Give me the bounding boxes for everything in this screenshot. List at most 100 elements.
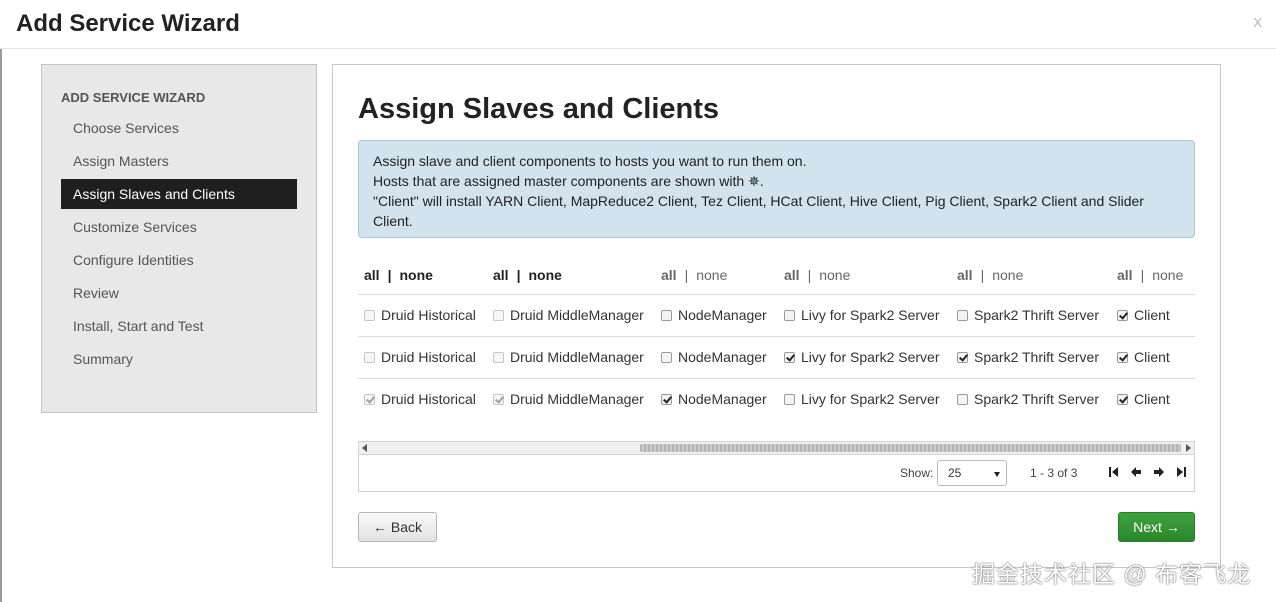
page-title: Assign Slaves and Clients xyxy=(358,93,720,125)
column-select-links: all | none xyxy=(493,267,562,283)
first-page-button[interactable] xyxy=(1107,464,1121,480)
horizontal-scrollbar[interactable] xyxy=(358,441,1195,455)
component-checkbox xyxy=(493,394,504,405)
separator: | xyxy=(684,267,689,283)
info-line: Assign slave and client components to ho… xyxy=(373,153,807,169)
select-all-link[interactable]: all xyxy=(493,267,509,283)
main-panel: Assign Slaves and Clients Assign slave a… xyxy=(332,64,1221,568)
prev-page-button[interactable] xyxy=(1129,464,1143,480)
sidebar-header: ADD SERVICE WIZARD xyxy=(61,90,206,105)
window-edge xyxy=(0,0,2,602)
select-all-link[interactable]: all xyxy=(1117,267,1133,283)
component-cell: Client xyxy=(1117,306,1170,324)
component-label: Client xyxy=(1134,307,1170,323)
last-page-icon xyxy=(1177,467,1186,477)
component-checkbox[interactable] xyxy=(661,352,672,363)
first-page-icon xyxy=(1109,467,1118,477)
component-label: Druid MiddleManager xyxy=(510,307,644,323)
select-none-link[interactable]: none xyxy=(819,267,850,283)
watermark: 掘金技术社区 @ 布客飞龙 xyxy=(972,561,1252,587)
scrollbar-thumb[interactable] xyxy=(640,444,1181,452)
component-label: NodeManager xyxy=(678,307,767,323)
component-checkbox[interactable] xyxy=(957,352,968,363)
arrow-right-icon xyxy=(1154,467,1164,477)
select-all-link[interactable]: all xyxy=(661,267,677,283)
component-cell: Druid MiddleManager xyxy=(493,390,644,408)
component-label: Client xyxy=(1134,391,1170,407)
component-checkbox[interactable] xyxy=(784,310,795,321)
component-checkbox xyxy=(493,310,504,321)
component-cell: Spark2 Thrift Server xyxy=(957,390,1099,408)
info-line: "Client" will install YARN Client, MapRe… xyxy=(373,193,1144,229)
sidebar-item[interactable]: Assign Slaves and Clients xyxy=(61,179,297,209)
close-button[interactable]: x xyxy=(1254,12,1263,32)
arrow-left-icon xyxy=(1131,467,1141,477)
info-line: Hosts that are assigned master component… xyxy=(373,173,764,189)
component-checkbox[interactable] xyxy=(1117,394,1128,405)
select-none-link[interactable]: none xyxy=(696,267,727,283)
component-cell: Client xyxy=(1117,390,1170,408)
component-label: Druid MiddleManager xyxy=(510,349,644,365)
component-cell: Druid Historical xyxy=(364,306,476,324)
component-checkbox[interactable] xyxy=(957,310,968,321)
component-checkbox[interactable] xyxy=(661,310,672,321)
component-label: NodeManager xyxy=(678,349,767,365)
separator: | xyxy=(516,267,521,283)
column-select-links: all | none xyxy=(957,267,1023,283)
component-label: Druid Historical xyxy=(381,391,476,407)
component-cell: Druid MiddleManager xyxy=(493,306,644,324)
pagination-bar: Show: 25 1 - 3 of 3 xyxy=(358,455,1195,492)
select-all-link[interactable]: all xyxy=(364,267,380,283)
component-cell: NodeManager xyxy=(661,348,767,366)
select-all-link[interactable]: all xyxy=(784,267,800,283)
column-select-links: all | none xyxy=(364,267,433,283)
sidebar-item[interactable]: Review xyxy=(61,278,297,308)
select-none-link[interactable]: none xyxy=(529,267,562,283)
scroll-left-icon[interactable] xyxy=(362,444,367,452)
show-label: Show: xyxy=(900,466,934,480)
sidebar-item[interactable]: Install, Start and Test xyxy=(61,311,297,341)
select-all-link[interactable]: all xyxy=(957,267,973,283)
component-cell: Druid MiddleManager xyxy=(493,348,644,366)
scroll-right-icon[interactable] xyxy=(1186,444,1191,452)
component-label: Druid MiddleManager xyxy=(510,391,644,407)
next-page-button[interactable] xyxy=(1152,464,1166,480)
component-cell: NodeManager xyxy=(661,306,767,324)
row-divider xyxy=(358,336,1195,337)
component-label: Druid Historical xyxy=(381,307,476,323)
row-divider xyxy=(358,294,1195,295)
component-checkbox xyxy=(364,310,375,321)
sidebar-item[interactable]: Summary xyxy=(61,344,297,374)
column-select-links: all | none xyxy=(661,267,727,283)
separator: | xyxy=(980,267,985,283)
next-button[interactable]: Next → xyxy=(1118,512,1195,542)
last-page-button[interactable] xyxy=(1174,464,1188,480)
component-label: Spark2 Thrift Server xyxy=(974,349,1100,365)
back-button[interactable]: ← Back xyxy=(358,512,437,542)
component-label: Druid Historical xyxy=(381,349,476,365)
sidebar-item[interactable]: Assign Masters xyxy=(61,146,297,176)
modal-title: Add Service Wizard xyxy=(16,10,240,37)
component-checkbox[interactable] xyxy=(784,394,795,405)
select-none-link[interactable]: none xyxy=(400,267,433,283)
component-cell: Druid Historical xyxy=(364,390,476,408)
wizard-sidebar: ADD SERVICE WIZARD Choose Services Assign… xyxy=(41,64,317,413)
component-cell: Druid Historical xyxy=(364,348,476,366)
component-checkbox[interactable] xyxy=(1117,310,1128,321)
component-checkbox[interactable] xyxy=(784,352,795,363)
column-select-links: all | none xyxy=(1117,267,1183,283)
select-none-link[interactable]: none xyxy=(1152,267,1183,283)
sidebar-item[interactable]: Customize Services xyxy=(61,212,297,242)
chevron-down-icon xyxy=(994,472,1000,477)
component-checkbox[interactable] xyxy=(1117,352,1128,363)
page-size-select[interactable]: 25 xyxy=(937,460,1007,486)
sidebar-item[interactable]: Configure Identities xyxy=(61,245,297,275)
component-cell: NodeManager xyxy=(661,390,767,408)
component-cell: Client xyxy=(1117,348,1170,366)
component-checkbox[interactable] xyxy=(957,394,968,405)
select-none-link[interactable]: none xyxy=(992,267,1023,283)
separator: | xyxy=(1140,267,1145,283)
component-checkbox[interactable] xyxy=(661,394,672,405)
component-label: Client xyxy=(1134,349,1170,365)
sidebar-item[interactable]: Choose Services xyxy=(61,113,297,143)
